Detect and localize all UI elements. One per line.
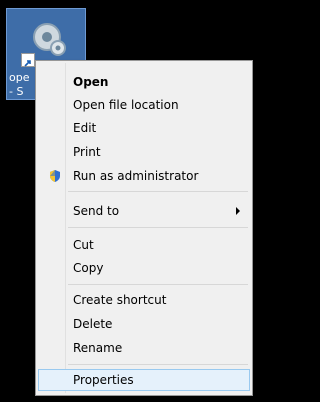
uac-shield-icon xyxy=(50,170,60,182)
menu-item-rename[interactable]: Rename xyxy=(38,337,250,359)
menu-item-send-to[interactable]: Send to xyxy=(38,200,250,222)
menu-item-label: Send to xyxy=(73,204,120,218)
menu-item-label: Copy xyxy=(73,261,104,275)
menu-item-copy[interactable]: Copy xyxy=(38,257,250,279)
menu-item-label: Rename xyxy=(73,341,123,355)
menu-item-label: Create shortcut xyxy=(73,293,167,307)
menu-item-properties[interactable]: Properties xyxy=(38,369,250,391)
menu-item-label: Open xyxy=(73,75,109,89)
menu-item-label: Delete xyxy=(73,317,113,331)
menu-item-label: Edit xyxy=(73,121,97,135)
context-menu: Open Open file location Edit Print Run a… xyxy=(35,60,253,396)
menu-item-open-file-location[interactable]: Open file location xyxy=(38,94,250,116)
menu-item-label: Cut xyxy=(73,238,94,252)
menu-item-create-shortcut[interactable]: Create shortcut xyxy=(38,289,250,311)
menu-item-delete[interactable]: Delete xyxy=(38,313,250,335)
menu-item-label: Run as administrator xyxy=(73,169,199,183)
menu-separator xyxy=(68,191,248,192)
menu-item-label: Open file location xyxy=(73,98,179,112)
shortcut-arrow-icon xyxy=(21,53,35,67)
menu-item-run-as-administrator[interactable]: Run as administrator xyxy=(38,165,250,187)
menu-item-edit[interactable]: Edit xyxy=(38,117,250,139)
menu-separator xyxy=(68,227,248,228)
menu-item-label: Print xyxy=(73,145,101,159)
menu-item-open[interactable]: Open xyxy=(38,71,250,93)
menu-separator xyxy=(68,284,248,285)
menu-item-label: Properties xyxy=(73,373,134,387)
menu-separator xyxy=(68,364,248,365)
submenu-arrow-icon xyxy=(236,207,240,215)
menu-item-cut[interactable]: Cut xyxy=(38,234,250,256)
menu-item-print[interactable]: Print xyxy=(38,141,250,163)
